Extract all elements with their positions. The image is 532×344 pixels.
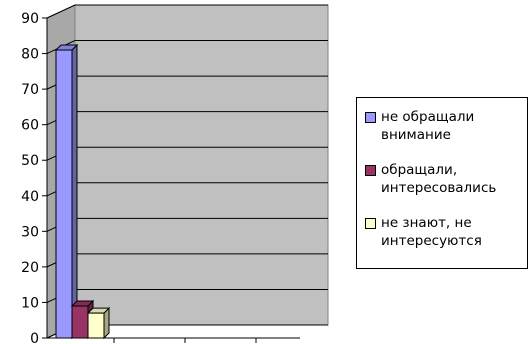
y-tick-label-80: 80 xyxy=(21,47,39,63)
legend-label-2: обращали, интересовались xyxy=(381,162,497,196)
y-tick-label-70: 70 xyxy=(21,82,39,98)
legend-swatch-2 xyxy=(365,165,376,176)
bar-1 xyxy=(54,43,79,340)
legend-item-2: обращали, интересовались xyxy=(365,161,496,197)
bar-front-3 xyxy=(87,312,105,339)
y-tick-label-60: 60 xyxy=(21,118,39,134)
bar-front-2 xyxy=(71,305,89,339)
plot-back-wall xyxy=(74,4,329,326)
bar-side-1 xyxy=(71,43,78,340)
legend-swatch-3 xyxy=(365,218,376,229)
legend: не обращали внимание обращали, интересов… xyxy=(356,97,528,269)
y-tick-label-20: 20 xyxy=(21,260,39,276)
y-tick-label-50: 50 xyxy=(21,153,39,169)
y-tick-label-30: 30 xyxy=(21,224,39,240)
y-tick-label-0: 0 xyxy=(30,331,39,344)
legend-item-1: не обращали внимание xyxy=(365,108,474,144)
legend-label-1: не обращали внимание xyxy=(381,109,475,143)
legend-swatch-1 xyxy=(365,112,376,123)
y-tick-label-40: 40 xyxy=(21,189,39,205)
legend-label-3: не знают, не интересуются xyxy=(381,215,482,249)
y-tick-label-90: 90 xyxy=(21,11,39,27)
legend-item-3: не знают, не интересуются xyxy=(365,214,482,250)
y-tick-label-10: 10 xyxy=(21,295,39,311)
bar-front-1 xyxy=(55,49,73,339)
bar-3 xyxy=(86,306,111,340)
